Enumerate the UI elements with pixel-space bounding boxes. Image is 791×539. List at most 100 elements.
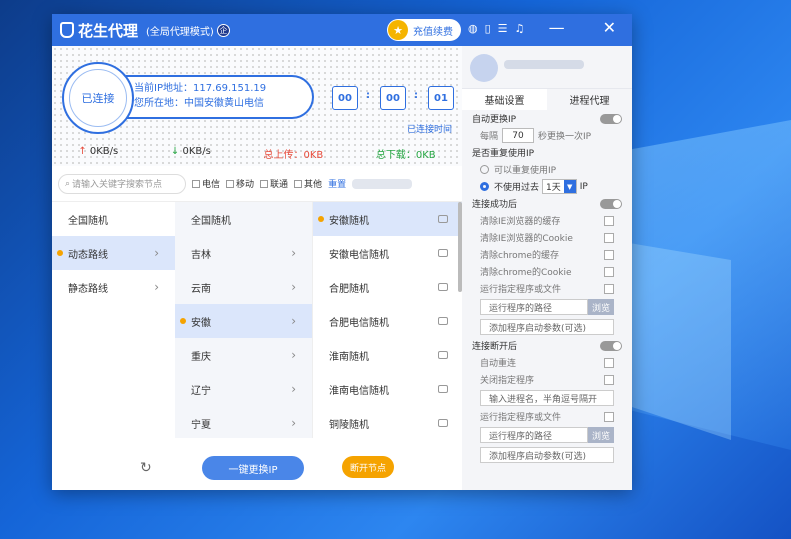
program-path-row-2: 运行程序的路径 浏览: [480, 427, 632, 445]
process-name-input[interactable]: 输入进程名，半角逗号隔开: [480, 390, 614, 406]
bottom-bar: ↻ 一键更换IP 断开节点: [52, 452, 462, 486]
blurred-username: [504, 60, 584, 69]
hours-box: 00: [332, 86, 358, 110]
globe-icon[interactable]: ◍: [468, 22, 478, 35]
checkbox[interactable]: [604, 249, 614, 260]
blurred-text: [352, 178, 413, 189]
title-icons: ◍ ▯ ☰ ♫: [468, 22, 524, 35]
filter-other[interactable]: 其他: [294, 177, 322, 190]
checkbox[interactable]: [604, 357, 614, 368]
phone-icon[interactable]: ▯: [485, 22, 491, 35]
auto-change-toggle[interactable]: [600, 113, 622, 124]
list-item[interactable]: 淮南电信随机: [313, 372, 462, 406]
list-item[interactable]: 云南 ›: [175, 270, 312, 304]
list-item[interactable]: 吉林 ›: [175, 236, 312, 270]
list-item[interactable]: 安徽电信随机: [313, 236, 462, 270]
list-item[interactable]: 辽宁 ›: [175, 372, 312, 406]
chevron-right-icon: ›: [291, 382, 296, 396]
connection-area: 当前IP地址：117.69.151.19 您所在地：中国安徽黄山电信 已连接 0…: [52, 46, 462, 166]
list-item[interactable]: 宁夏 ›: [175, 406, 312, 440]
program-path-input-2[interactable]: 运行程序的路径: [480, 427, 588, 443]
days-select[interactable]: 1天 ▼: [542, 179, 577, 194]
checkbox[interactable]: [604, 266, 614, 277]
auto-reconnect: 自动重连: [462, 354, 632, 371]
seconds-box: 01: [428, 86, 454, 110]
refresh-icon[interactable]: ↻: [140, 460, 152, 476]
colon: :: [414, 90, 418, 101]
current-ip: 当前IP地址：117.69.151.19: [134, 83, 267, 94]
clear-chrome-cookie: 清除chrome的Cookie: [462, 263, 632, 280]
search-input[interactable]: ⌕ 请输入关键字搜索节点: [58, 173, 186, 194]
down-arrow-icon: ↓: [170, 146, 180, 157]
clear-ie-cookie: 清除IE浏览器的Cookie: [462, 229, 632, 246]
ip-info: 当前IP地址：117.69.151.19 您所在地：中国安徽黄山电信: [126, 75, 314, 119]
chevron-right-icon: ›: [291, 246, 296, 260]
tab-basic-settings[interactable]: 基础设置: [462, 89, 547, 110]
filter-unicom[interactable]: 联通: [260, 177, 288, 190]
message-icon[interactable]: [438, 419, 448, 427]
filter-mobile[interactable]: 移动: [226, 177, 254, 190]
proxy-mode: (全局代理模式): [146, 26, 214, 38]
reuse-title: 是否重复使用IP: [472, 149, 535, 159]
message-icon[interactable]: [438, 215, 448, 223]
after-connect-row: 连接成功后: [462, 195, 632, 212]
list-item[interactable]: 合肥电信随机: [313, 304, 462, 338]
chevron-right-icon: ›: [154, 246, 159, 260]
browse-button-2[interactable]: 浏览: [588, 427, 614, 443]
message-icon[interactable]: [438, 249, 448, 257]
checkbox[interactable]: [604, 215, 614, 226]
settings-panel: 基础设置 进程代理 自动更换IP 每隔 70 秒更换一次IP 是否重复使用IP …: [462, 46, 632, 490]
search-icon: ⌕: [65, 178, 71, 189]
menu-icon[interactable]: ☰: [498, 22, 508, 35]
interval-input[interactable]: 70: [502, 128, 535, 143]
list-item[interactable]: 重庆 ›: [175, 338, 312, 372]
after-disconnect-toggle[interactable]: [600, 340, 622, 351]
bell-icon[interactable]: ♫: [515, 22, 525, 35]
message-icon[interactable]: [438, 385, 448, 393]
connect-button[interactable]: 已连接: [62, 62, 134, 134]
user-info: [462, 46, 632, 88]
minutes-box: 00: [380, 86, 406, 110]
chevron-right-icon: ›: [291, 416, 296, 430]
auto-change-row: 自动更换IP: [462, 110, 632, 127]
list-item[interactable]: 动态路线 ›: [52, 236, 175, 270]
message-icon[interactable]: [438, 317, 448, 325]
list-item[interactable]: 全国随机: [175, 202, 312, 236]
list-item[interactable]: 合肥随机: [313, 270, 462, 304]
program-params-input[interactable]: 添加程序启动参数(可选): [480, 319, 614, 335]
list-item[interactable]: 铜陵随机: [313, 406, 462, 440]
clear-ie-cache: 清除IE浏览器的缓存: [462, 212, 632, 229]
list-item[interactable]: 安徽 ›: [175, 304, 312, 338]
reuse-no-radio[interactable]: 不使用过去 1天 ▼ IP: [462, 178, 632, 195]
list-item[interactable]: 淮南随机: [313, 338, 462, 372]
reuse-yes-radio[interactable]: 可以重复使用IP: [462, 161, 632, 178]
browse-button[interactable]: 浏览: [588, 299, 614, 315]
message-icon[interactable]: [438, 351, 448, 359]
disconnect-button[interactable]: 断开节点: [342, 456, 394, 478]
list-item[interactable]: 静态路线 ›: [52, 270, 175, 304]
program-params-input-2[interactable]: 添加程序启动参数(可选): [480, 447, 614, 463]
close-button[interactable]: ✕: [603, 18, 616, 37]
message-icon[interactable]: [438, 283, 448, 291]
filter-telecom[interactable]: 电信: [192, 177, 220, 190]
reset-link[interactable]: 重置: [328, 177, 346, 190]
list-item[interactable]: 安徽随机: [313, 202, 462, 236]
title-bar[interactable]: 花生代理 (全局代理模式) 企 ★ 充值续费 ◍ ▯ ☰ ♫ — ✕: [52, 14, 632, 46]
program-path-input[interactable]: 运行程序的路径: [480, 299, 588, 315]
chevron-right-icon: ›: [291, 314, 296, 328]
avatar[interactable]: [470, 54, 498, 82]
checkbox[interactable]: [604, 232, 614, 243]
recharge-button[interactable]: ★ 充值续费: [387, 19, 461, 41]
selected-dot: [57, 250, 63, 256]
change-ip-button[interactable]: 一键更换IP: [202, 456, 304, 480]
checkbox[interactable]: [604, 374, 614, 385]
radio-icon: [480, 165, 489, 174]
province-list: 全国随机 吉林 › 云南 › 安徽 › 重庆 › 辽宁 › 宁夏 ›: [175, 202, 312, 438]
list-item[interactable]: 全国随机: [52, 202, 175, 236]
tab-process-proxy[interactable]: 进程代理: [547, 89, 632, 110]
total-download: 总下载：0KB: [375, 150, 436, 161]
after-connect-toggle[interactable]: [600, 198, 622, 209]
checkbox[interactable]: [604, 411, 614, 422]
checkbox[interactable]: [604, 283, 614, 294]
minimize-button[interactable]: —: [549, 18, 565, 37]
